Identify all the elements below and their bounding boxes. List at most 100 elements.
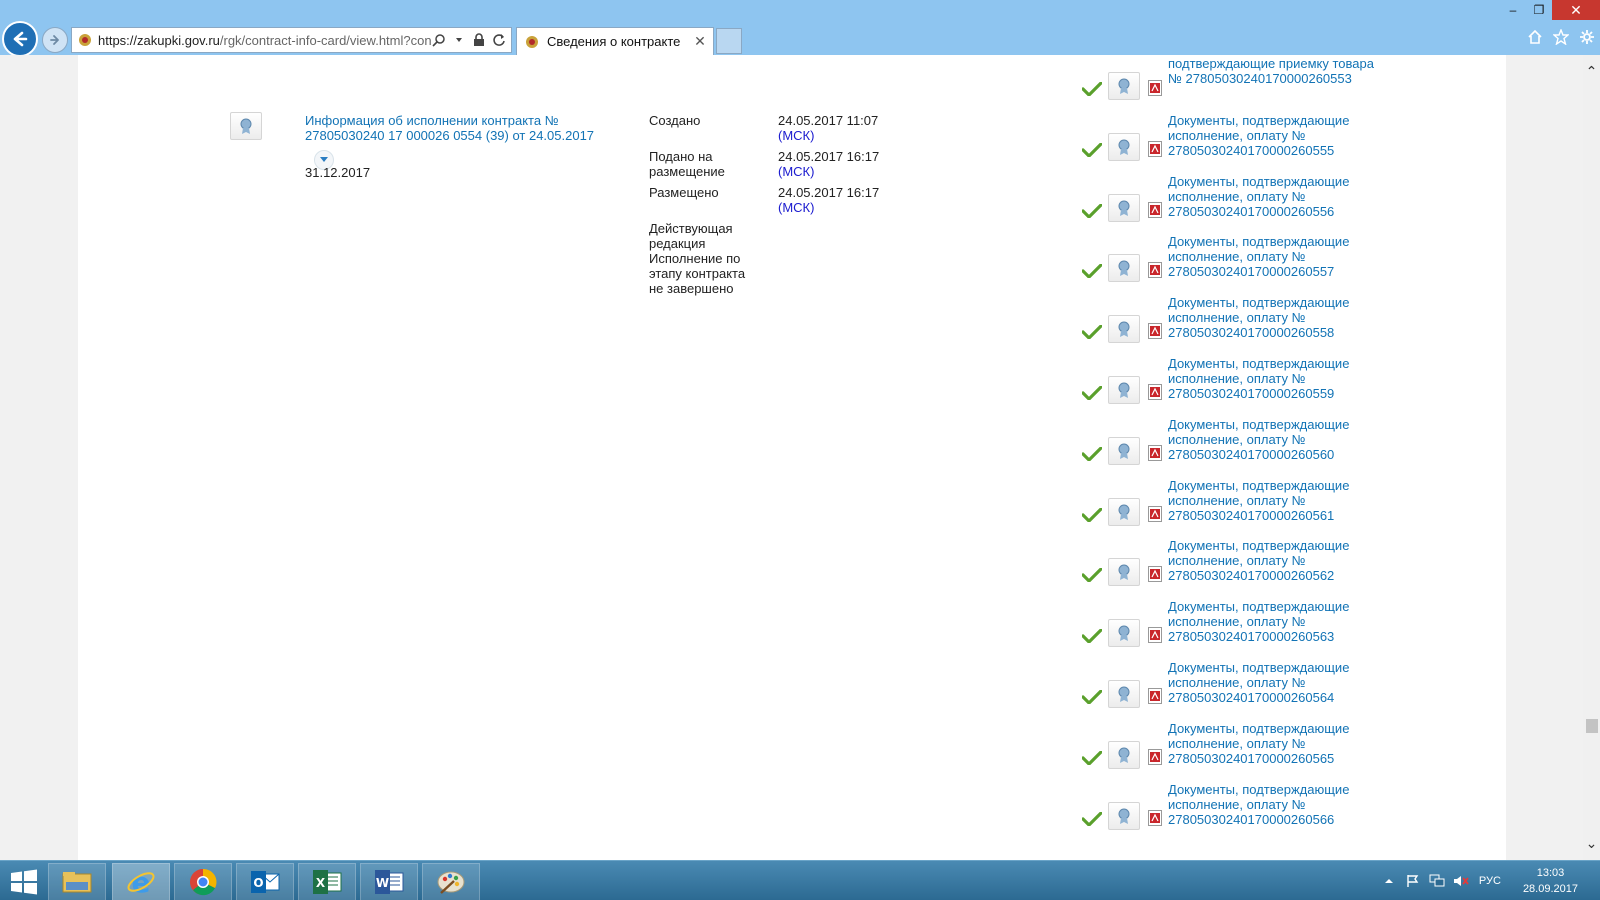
minimize-button[interactable]: – xyxy=(1500,0,1526,20)
file-explorer-icon[interactable] xyxy=(48,863,106,900)
certificate-icon[interactable] xyxy=(1108,193,1140,222)
close-button[interactable]: ✕ xyxy=(1552,0,1600,20)
internet-explorer-icon[interactable]: e xyxy=(112,863,170,900)
document-link[interactable]: Документы, подтверждающие исполнение, оп… xyxy=(1168,782,1378,827)
favorites-star-icon[interactable] xyxy=(1552,28,1570,46)
certificate-icon[interactable] xyxy=(230,112,262,140)
address-bar[interactable]: https://zakupki.gov.ru/rgk/contract-info… xyxy=(71,27,512,53)
taskbar: e O X W РУС 13:03 28.09.2017 xyxy=(0,860,1600,900)
word-icon[interactable]: W xyxy=(360,863,418,900)
checkmark-icon xyxy=(1082,811,1102,826)
scroll-down-arrow-icon[interactable]: ⌄ xyxy=(1585,835,1598,851)
pdf-file-icon[interactable] xyxy=(1148,80,1162,96)
document-link[interactable]: подтверждающие приемку товара № 27805030… xyxy=(1168,56,1378,86)
svg-text:X: X xyxy=(316,876,326,890)
certificate-icon[interactable] xyxy=(1108,72,1140,100)
window-controls: – ❐ ✕ xyxy=(1500,0,1600,20)
certificate-icon[interactable] xyxy=(1108,740,1140,769)
checkmark-icon xyxy=(1082,386,1102,400)
certificate-icon[interactable] xyxy=(1108,436,1140,465)
status-value-published: 24.05.2017 16:17 (МСК) xyxy=(778,185,880,215)
tab-close-icon[interactable]: ✕ xyxy=(693,33,707,50)
pdf-file-icon[interactable] xyxy=(1148,809,1162,826)
document-row: Документы, подтверждающие исполнение, оп… xyxy=(1082,536,1382,596)
document-row: Документы, подтверждающие исполнение, оп… xyxy=(1082,597,1382,657)
lock-icon[interactable] xyxy=(471,32,487,48)
execution-note: Исполнение по этапу контракта не заверше… xyxy=(649,251,746,296)
browser-tools xyxy=(1526,28,1596,46)
outlook-icon[interactable]: O xyxy=(236,863,294,900)
pdf-file-icon[interactable] xyxy=(1148,201,1162,218)
document-link[interactable]: Документы, подтверждающие исполнение, оп… xyxy=(1168,538,1378,583)
pdf-file-icon[interactable] xyxy=(1148,384,1162,400)
document-link[interactable]: Документы, подтверждающие исполнение, оп… xyxy=(1168,478,1378,523)
network-icon[interactable] xyxy=(1428,872,1446,890)
input-language[interactable]: РУС xyxy=(1479,875,1501,887)
certificate-icon[interactable] xyxy=(1108,254,1140,283)
system-tray: РУС 13:03 28.09.2017 xyxy=(1377,861,1600,900)
home-icon[interactable] xyxy=(1526,28,1544,46)
pdf-file-icon[interactable] xyxy=(1148,748,1162,765)
contract-execution-link[interactable]: Информация об исполнении контракта № 278… xyxy=(305,113,605,143)
document-link[interactable]: Документы, подтверждающие исполнение, оп… xyxy=(1168,356,1378,401)
pdf-file-icon[interactable] xyxy=(1148,444,1162,461)
paint-icon[interactable] xyxy=(422,863,480,900)
pdf-file-icon[interactable] xyxy=(1148,688,1162,704)
certificate-icon[interactable] xyxy=(1108,497,1140,526)
settings-gear-icon[interactable] xyxy=(1578,28,1596,46)
dropdown-arrow-icon[interactable] xyxy=(451,32,467,48)
status-label-published: Размещено xyxy=(649,185,719,200)
vertical-scrollbar[interactable]: ⌃ ⌄ xyxy=(1583,55,1600,860)
document-link[interactable]: Документы, подтверждающие исполнение, оп… xyxy=(1168,660,1378,705)
back-button[interactable] xyxy=(2,21,38,57)
windows-start-icon[interactable] xyxy=(10,869,38,895)
forward-button[interactable] xyxy=(42,27,68,53)
pdf-file-icon[interactable] xyxy=(1148,262,1162,279)
checkmark-icon xyxy=(1082,325,1102,340)
document-link[interactable]: Документы, подтверждающие исполнение, оп… xyxy=(1168,721,1378,766)
document-link[interactable]: Документы, подтверждающие исполнение, оп… xyxy=(1168,234,1378,279)
pdf-file-icon[interactable] xyxy=(1148,140,1162,157)
certificate-icon[interactable] xyxy=(1108,376,1140,404)
document-link[interactable]: Документы, подтверждающие исполнение, оп… xyxy=(1168,599,1378,644)
tray-expand-arrow-icon[interactable] xyxy=(1380,872,1398,890)
pdf-file-icon[interactable] xyxy=(1148,505,1162,522)
volume-muted-icon[interactable] xyxy=(1452,872,1470,890)
pdf-file-icon[interactable] xyxy=(1148,627,1162,644)
checkmark-icon xyxy=(1082,203,1102,218)
certificate-icon[interactable] xyxy=(1108,132,1140,161)
url-host: https://zakupki.gov.ru xyxy=(98,32,220,48)
page-viewport: Информация об исполнении контракта № 278… xyxy=(0,55,1600,860)
tab-title: Сведения о контракте xyxy=(547,34,681,49)
certificate-icon[interactable] xyxy=(1108,315,1140,344)
tab-contract-info[interactable]: Сведения о контракте ✕ xyxy=(516,27,714,55)
new-tab-button[interactable] xyxy=(716,28,742,54)
certificate-icon[interactable] xyxy=(1108,680,1140,708)
status-label-created: Создано xyxy=(649,113,701,128)
checkmark-icon xyxy=(1082,629,1102,644)
certificate-icon[interactable] xyxy=(1108,558,1140,587)
document-link[interactable]: Документы, подтверждающие исполнение, оп… xyxy=(1168,174,1378,219)
chrome-icon[interactable] xyxy=(174,863,232,900)
clock[interactable]: 13:03 28.09.2017 xyxy=(1523,865,1578,897)
scroll-up-arrow-icon[interactable]: ⌃ xyxy=(1585,63,1598,79)
document-row: Документы, подтверждающие исполнение, оп… xyxy=(1082,172,1382,232)
refresh-icon[interactable] xyxy=(491,32,507,48)
certificate-icon[interactable] xyxy=(1108,801,1140,830)
certificate-icon[interactable] xyxy=(1108,619,1140,648)
checkmark-icon xyxy=(1082,142,1102,157)
document-link[interactable]: Документы, подтверждающие исполнение, оп… xyxy=(1168,113,1378,158)
document-link[interactable]: Документы, подтверждающие исполнение, оп… xyxy=(1168,295,1378,340)
action-center-flag-icon[interactable] xyxy=(1404,872,1422,890)
pdf-file-icon[interactable] xyxy=(1148,323,1162,340)
document-row: Документы, подтверждающие исполнение, оп… xyxy=(1082,293,1382,353)
document-link[interactable]: Документы, подтверждающие исполнение, оп… xyxy=(1168,417,1378,462)
page-content: Информация об исполнении контракта № 278… xyxy=(78,55,1506,860)
restore-button[interactable]: ❐ xyxy=(1526,0,1552,20)
address-url[interactable]: https://zakupki.gov.ru/rgk/contract-info… xyxy=(98,33,431,48)
pdf-file-icon[interactable] xyxy=(1148,566,1162,583)
search-icon[interactable] xyxy=(431,32,447,48)
scroll-thumb[interactable] xyxy=(1586,719,1598,733)
document-row: Документы, подтверждающие исполнение, оп… xyxy=(1082,354,1382,414)
excel-icon[interactable]: X xyxy=(298,863,356,900)
